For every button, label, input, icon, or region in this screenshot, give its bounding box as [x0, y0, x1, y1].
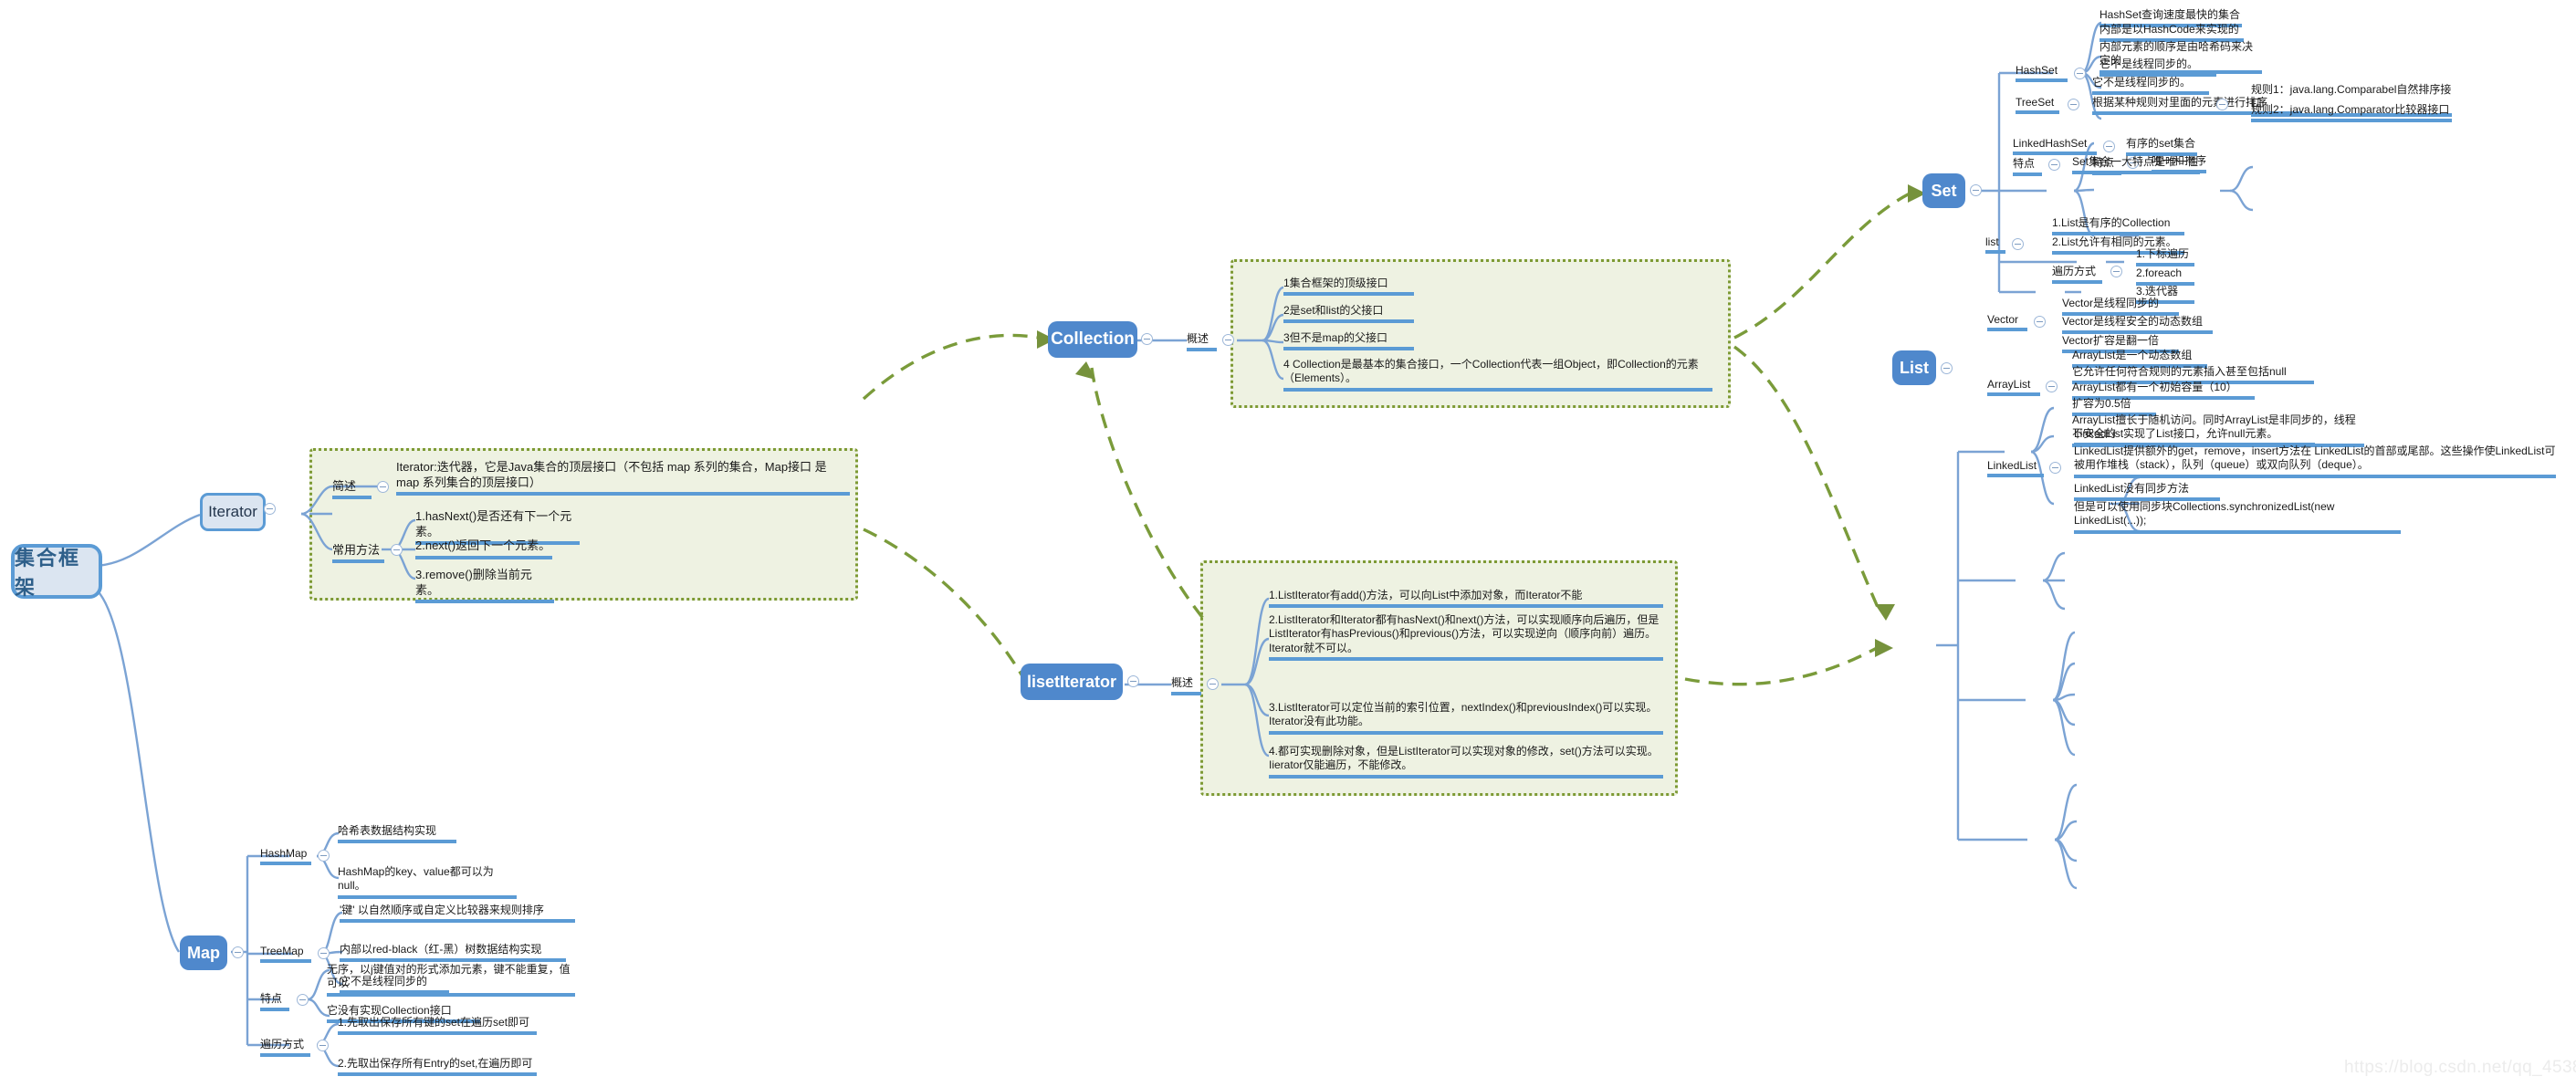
toggle-linkedhashset[interactable]	[2103, 141, 2115, 152]
toggle-collection[interactable]	[1141, 333, 1153, 345]
toggle-iterator-methods[interactable]	[391, 544, 403, 556]
toggle-list[interactable]	[1941, 362, 1953, 374]
toggle-list-sub[interactable]	[2012, 238, 2024, 250]
toggle-iterator-brief[interactable]	[377, 481, 389, 493]
listiterator-item: 3.ListIterator可以定位当前的索引位置，nextIndex()和pr…	[1269, 701, 1663, 735]
set-treeset-item: 它不是线程同步的。	[2092, 76, 2209, 96]
list-traverse-item: 2.foreach	[2136, 267, 2194, 287]
map-traverse-item: 2.先取出保存所有Entry的set,在遍历即可	[338, 1057, 537, 1077]
node-list-iterator-label: lisetIterator	[1026, 672, 1117, 691]
set-treeset-label: TreeSet	[2016, 96, 2059, 114]
map-feature-label: 特点	[260, 990, 289, 1011]
toggle-set[interactable]	[1970, 184, 1982, 196]
collection-item: 4 Collection是最基本的集合接口，一个Collection代表一组Ob…	[1283, 358, 1712, 392]
toggle-list-traverse[interactable]	[2110, 266, 2122, 277]
set-hashset-item: 它不是线程同步的。	[2100, 57, 2216, 78]
set-treeset-rule: 规则2：java.lang.Comparator比较器接口	[2251, 103, 2452, 123]
toggle-set-feature[interactable]	[2048, 159, 2060, 171]
collection-overview-label: 概述	[1187, 330, 1217, 351]
list-sub-item: 1.List是有序的Collection	[2052, 216, 2184, 236]
watermark-text: https://blog.csdn.net/qq_45384482	[2344, 1058, 2576, 1077]
map-hashmap-label: HashMap	[260, 847, 311, 865]
collection-item: 3但不是map的父接口	[1283, 331, 1414, 351]
listiterator-item: 1.ListIterator有add()方法，可以向List中添加对象，而Ite…	[1269, 589, 1663, 609]
list-traverse-item: 1.下标遍历	[2136, 247, 2194, 267]
toggle-hashset[interactable]	[2074, 68, 2086, 79]
iterator-brief-label: 简述	[332, 476, 372, 499]
toggle-hashmap[interactable]	[318, 850, 330, 862]
node-map-label: Map	[187, 943, 220, 962]
map-feature-item: 无序，以j键值对的形式添加元素，键不能重复，值可以	[327, 963, 575, 997]
node-list-label: List	[1899, 358, 1929, 377]
toggle-iterator[interactable]	[264, 503, 276, 515]
root-node-collection-framework[interactable]: 集合框架	[11, 544, 102, 599]
list-vector-item: Vector是线程安全的动态数组	[2062, 315, 2213, 335]
iterator-methods-label: 常用方法	[332, 540, 384, 563]
toggle-treeset-rules[interactable]	[2216, 99, 2228, 110]
toggle-listiterator-overview[interactable]	[1207, 678, 1219, 690]
toggle-vector[interactable]	[2034, 316, 2046, 328]
list-vector-item: Vector是线程同步的	[2062, 297, 2179, 317]
list-linkedlist-item: 但是可以使用同步块Collections.synchronizedList(ne…	[2074, 500, 2401, 534]
mindmap-canvas: 集合框架 Iterator 简述 Iterator:迭代器，它是Java集合的顶…	[0, 0, 2576, 1087]
collection-item: 2是set和list的父接口	[1283, 304, 1414, 324]
toggle-map-traverse[interactable]	[317, 1040, 329, 1051]
toggle-map-feature[interactable]	[297, 994, 309, 1006]
node-iterator[interactable]: Iterator	[200, 493, 266, 531]
map-hashmap-item: 哈希表数据结构实现	[338, 824, 456, 844]
listiterator-overview-label: 概述	[1171, 674, 1201, 695]
iterator-method-item: 2.next()返回下一个元素。	[415, 538, 552, 559]
map-treemap-label: TreeMap	[260, 945, 311, 963]
toggle-arraylist[interactable]	[2046, 381, 2058, 392]
map-treemap-item: '键' 以自然顺序或自定义比较器来规则排序	[340, 904, 575, 924]
iterator-brief-text: Iterator:迭代器，它是Java集合的顶层接口（不包括 map 系列的集合…	[396, 460, 850, 496]
root-node-label: 集合框架	[15, 547, 81, 599]
toggle-treeset[interactable]	[2068, 99, 2079, 110]
map-treemap-item: 内部以red-black（红-黑）树数据结构实现	[340, 943, 566, 963]
set-hashset-label: HashSet	[2016, 64, 2068, 82]
set-linkedhashset-label: LinkedHashSet	[2013, 137, 2097, 155]
node-collection[interactable]: Collection	[1048, 321, 1137, 358]
collection-item: 1集合框架的顶级接口	[1283, 277, 1414, 297]
node-list-iterator[interactable]: lisetIterator	[1021, 664, 1123, 700]
list-linkedlist-item: LinkedList提供额外的get，remove，insert方法在 Link…	[2074, 444, 2556, 478]
toggle-map[interactable]	[232, 946, 244, 958]
list-traverse-label: 遍历方式	[2052, 263, 2102, 284]
map-traverse-label: 遍历方式	[260, 1036, 310, 1057]
map-traverse-item: 1.先取出保存所有键的set在遍历set即可	[338, 1016, 537, 1036]
listiterator-item: 4.都可实现删除对象，但是ListIterator可以实现对象的修改，set()…	[1269, 745, 1663, 779]
toggle-collection-overview[interactable]	[1222, 334, 1234, 346]
list-linkedlist-label: LinkedList	[1987, 459, 2044, 477]
node-list[interactable]: List	[1892, 350, 1936, 385]
list-sub-label: list	[1985, 235, 2005, 254]
node-collection-label: Collection	[1051, 329, 1135, 349]
toggle-linkedlist[interactable]	[2049, 462, 2061, 474]
map-hashmap-item: HashMap的key、value都可以为null。	[338, 865, 517, 899]
node-set-label: Set	[1931, 181, 1957, 200]
list-vector-label: Vector	[1987, 313, 2027, 331]
set-feature-text: Set集合一大特点是唯一性	[2072, 155, 2200, 175]
node-iterator-label: Iterator	[208, 503, 257, 520]
set-feature-label: 特点	[2013, 155, 2042, 176]
iterator-method-item: 3.remove()删除当前元素。	[415, 568, 554, 604]
toggle-treemap[interactable]	[318, 947, 330, 959]
list-linkedlist-item: LinkedList没有同步方法	[2074, 482, 2220, 502]
node-map[interactable]: Map	[180, 935, 227, 970]
toggle-list-iterator[interactable]	[1127, 675, 1139, 687]
listiterator-item: 2.ListIterator和Iterator都有hasNext()和next(…	[1269, 613, 1663, 662]
node-set[interactable]: Set	[1922, 173, 1965, 208]
set-linkedhashset-text: 有序的set集合	[2126, 137, 2197, 157]
list-arraylist-label: ArrayList	[1987, 378, 2040, 396]
